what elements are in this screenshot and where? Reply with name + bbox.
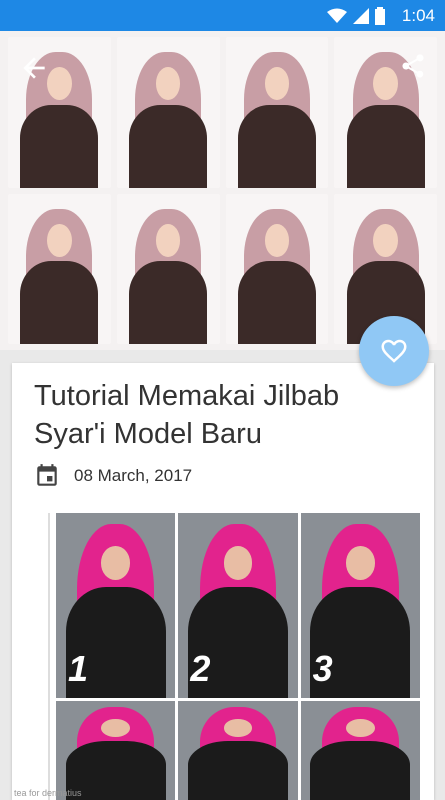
- date-row: 08 March, 2017: [34, 463, 192, 489]
- step-tile: [56, 701, 176, 800]
- status-time: 1:04: [401, 6, 435, 25]
- article-card: Tutorial Memakai Jilbab Syar'i Model Bar…: [12, 363, 434, 800]
- arrow-back-icon: [23, 57, 45, 79]
- step-tile: 2: [178, 513, 298, 698]
- status-bar: 1:04: [0, 0, 445, 31]
- article-title: Tutorial Memakai Jilbab Syar'i Model Bar…: [34, 380, 340, 450]
- battery-icon: [375, 7, 385, 25]
- share-icon: [402, 54, 424, 78]
- hero-tile: [225, 193, 329, 344]
- hero-tile: [225, 37, 329, 188]
- article-image: 1 2 3: [48, 513, 420, 800]
- step-tile: 3: [300, 513, 420, 698]
- hero-tile: [8, 193, 111, 344]
- image-watermark: tea for dermatius: [14, 788, 82, 798]
- step-number: 2: [190, 648, 211, 689]
- share-button[interactable]: [399, 52, 431, 84]
- article-date: 08 March, 2017: [74, 466, 193, 485]
- step-tile: [178, 701, 298, 800]
- hero-tile: [116, 37, 220, 188]
- step-tile: [300, 701, 420, 800]
- back-button[interactable]: [18, 52, 50, 84]
- wifi-icon: [327, 8, 347, 23]
- calendar-icon: [37, 464, 57, 486]
- heart-outline-icon: [381, 339, 407, 363]
- step-number: 3: [312, 648, 333, 689]
- signal-icon: [353, 8, 369, 24]
- favorite-button[interactable]: [359, 316, 429, 386]
- status-icons: [327, 6, 385, 26]
- hero-image: [0, 31, 445, 350]
- step-number: 1: [68, 648, 89, 689]
- hero-tile: [116, 193, 220, 344]
- step-tile: 1: [56, 513, 176, 698]
